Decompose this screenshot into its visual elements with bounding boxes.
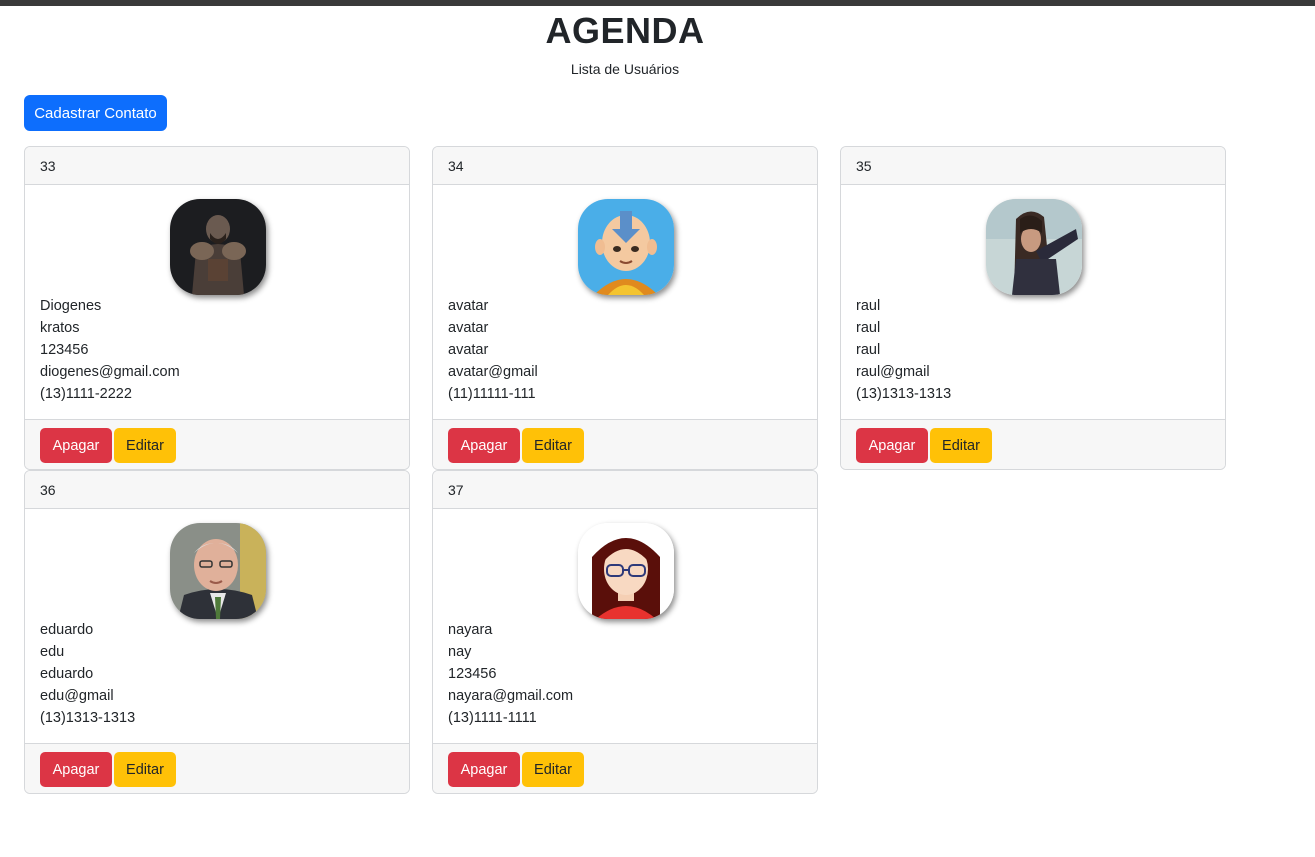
contact-field: 123456 bbox=[448, 666, 497, 682]
contact-nickname: nay bbox=[448, 644, 472, 660]
contact-id: 35 bbox=[841, 147, 1225, 185]
delete-button[interactable]: Apagar bbox=[856, 428, 928, 463]
contact-name: avatar bbox=[448, 298, 489, 314]
edit-button[interactable]: Editar bbox=[522, 752, 584, 787]
contact-email: diogenes@gmail.com bbox=[40, 364, 180, 380]
contact-card: 35 raul raul raul raul@gmail (13)1313-13… bbox=[840, 146, 1226, 470]
contact-card: 37 nayara nay 123456 nayara@gmail.com (1… bbox=[432, 470, 818, 794]
contact-card: 34 avatar avatar avatar avatar@gmail (11… bbox=[432, 146, 818, 470]
contact-name: Diogenes bbox=[40, 298, 102, 314]
contact-id: 34 bbox=[433, 147, 817, 185]
delete-button[interactable]: Apagar bbox=[448, 428, 520, 463]
contact-card: 33 Diogenes kratos 123456 diogenes@gmail… bbox=[24, 146, 410, 470]
page-title: AGENDA bbox=[545, 10, 705, 51]
contact-nickname: edu bbox=[40, 644, 65, 660]
edit-button[interactable]: Editar bbox=[114, 752, 176, 787]
contact-phone: (13)1313-1313 bbox=[40, 710, 136, 726]
contact-nickname: kratos bbox=[40, 320, 80, 336]
contact-avatar bbox=[170, 523, 266, 619]
contact-avatar bbox=[986, 199, 1082, 295]
contact-phone: (13)1111-2222 bbox=[40, 386, 132, 402]
contact-field: avatar bbox=[448, 342, 489, 358]
page-subtitle: Lista de Usuários bbox=[570, 61, 680, 77]
delete-button[interactable]: Apagar bbox=[448, 752, 520, 787]
add-contact-button[interactable]: Cadastrar Contato bbox=[24, 95, 167, 131]
contact-avatar bbox=[170, 199, 266, 295]
delete-button[interactable]: Apagar bbox=[40, 428, 112, 463]
contact-field: eduardo bbox=[40, 666, 94, 682]
contact-email: raul@gmail bbox=[856, 364, 930, 380]
contact-email: nayara@gmail.com bbox=[448, 688, 574, 704]
edit-button[interactable]: Editar bbox=[114, 428, 176, 463]
contact-id: 36 bbox=[25, 471, 409, 509]
contact-email: avatar@gmail bbox=[448, 364, 538, 380]
contact-nickname: avatar bbox=[448, 320, 489, 336]
contact-name: raul bbox=[856, 298, 881, 314]
contact-card: 36 eduardo edu eduardo edu@gmail (13)131… bbox=[24, 470, 410, 794]
contact-email: edu@gmail bbox=[40, 688, 114, 704]
contact-id: 37 bbox=[433, 471, 817, 509]
contact-name: nayara bbox=[448, 622, 493, 638]
edit-button[interactable]: Editar bbox=[522, 428, 584, 463]
contact-id: 33 bbox=[25, 147, 409, 185]
contact-phone: (13)1313-1313 bbox=[856, 386, 952, 402]
contact-name: eduardo bbox=[40, 622, 94, 638]
contact-phone: (11)11111-111 bbox=[448, 386, 536, 402]
contact-avatar bbox=[578, 523, 674, 619]
contact-phone: (13)1111-1111 bbox=[448, 710, 537, 726]
contact-avatar bbox=[578, 199, 674, 295]
top-bar bbox=[0, 0, 1315, 6]
contact-field: raul bbox=[856, 342, 881, 358]
delete-button[interactable]: Apagar bbox=[40, 752, 112, 787]
contact-nickname: raul bbox=[856, 320, 881, 336]
edit-button[interactable]: Editar bbox=[930, 428, 992, 463]
contact-field: 123456 bbox=[40, 342, 89, 358]
